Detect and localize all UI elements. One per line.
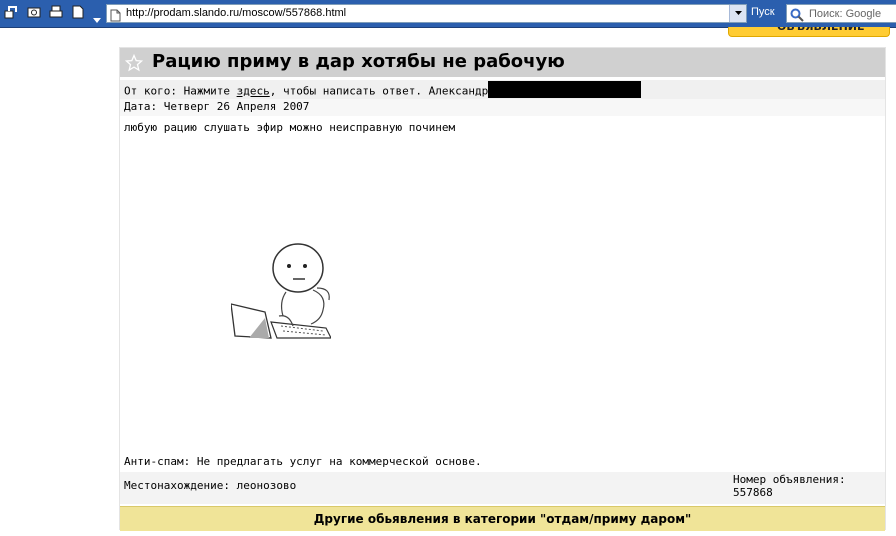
category-link[interactable]: Другие обьявления в категории "отдам/при… <box>120 512 885 526</box>
ad-location: Местонахождение: леонозово <box>124 479 297 492</box>
from-row: От кого: Нажмите здесь, чтобы написать о… <box>120 80 885 99</box>
chevron-down-icon[interactable] <box>729 5 746 22</box>
ad-number-label: Номер объявления: <box>733 473 846 486</box>
location-row: Местонахождение: леонозово Номер объявле… <box>120 472 885 504</box>
reply-link[interactable]: здесь <box>237 85 270 98</box>
from-suffix: , чтобы написать ответ. Александр <box>269 84 489 98</box>
ad-body: любую рацию слушать эфир можно неисправн… <box>124 121 456 134</box>
browser-toolbar: http://prodam.slando.ru/moscow/557868.ht… <box>0 0 896 28</box>
ad-date: Дата: Четверг 26 Апреля 2007 <box>124 100 310 113</box>
search-input[interactable]: Поиск: Google <box>786 4 896 23</box>
date-row: Дата: Четверг 26 Апреля 2007 <box>120 99 885 116</box>
page-icon <box>110 7 121 22</box>
ad-number-block: Номер объявления: 557868 <box>733 473 846 499</box>
go-button[interactable]: Пуск <box>751 6 775 18</box>
search-placeholder: Поиск: Google <box>809 8 882 20</box>
from-prefix: От кого: Нажмите <box>124 84 237 98</box>
address-bar[interactable]: http://prodam.slando.ru/moscow/557868.ht… <box>106 4 747 23</box>
ad-title-bar: Рацию приму в дар хотябы не рабочую <box>120 48 885 77</box>
url-text: http://prodam.slando.ru/moscow/557868.ht… <box>126 7 347 19</box>
star-icon[interactable] <box>124 53 144 72</box>
sketch-image <box>230 240 332 340</box>
camera-icon[interactable] <box>27 5 41 19</box>
ad-title: Рацию приму в дар хотябы не рабочую <box>152 51 565 72</box>
redacted-block <box>488 81 642 98</box>
page-icon[interactable] <box>71 5 85 19</box>
chevron-down-icon[interactable] <box>93 9 101 23</box>
ad-number: 557868 <box>733 486 773 499</box>
post-ad-button[interactable]: ОБЪЯВЛЕНИЕ <box>728 27 890 37</box>
antispam-notice: Анти-спам: Не предлагать услуг на коммер… <box>124 455 482 468</box>
category-footer: Другие обьявления в категории "отдам/при… <box>120 506 885 531</box>
print-icon[interactable] <box>49 5 63 19</box>
share-icon[interactable] <box>4 5 18 19</box>
google-search-icon <box>790 7 804 22</box>
